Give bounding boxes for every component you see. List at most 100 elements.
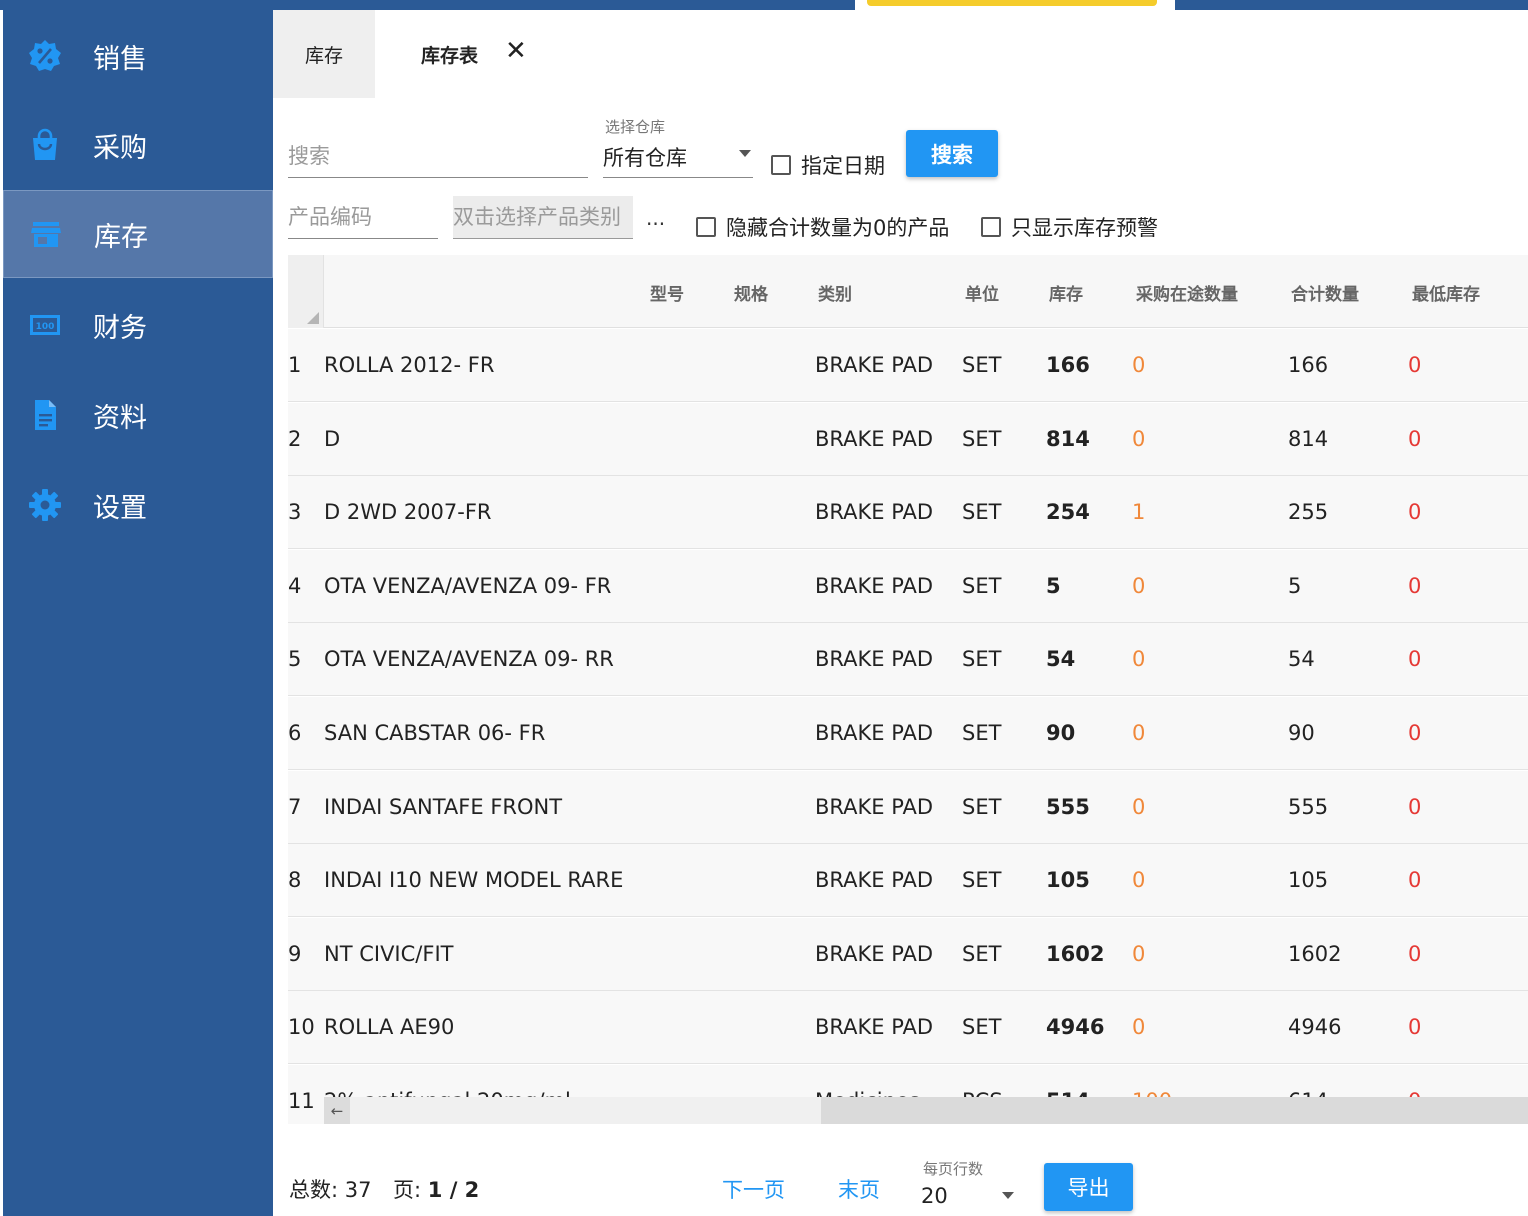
- table-row[interactable]: 6 SAN CABSTAR 06- FR BRAKE PAD SET 90 0 90 0: [288, 697, 1528, 770]
- min-stock-cell: 0: [1408, 868, 1422, 893]
- stock-cell: 5: [1046, 573, 1061, 598]
- chevron-down-icon: [739, 150, 751, 157]
- table-row[interactable]: 2 D BRAKE PAD SET 814 0 814 0: [288, 402, 1528, 476]
- stock-cell: 54: [1046, 647, 1076, 672]
- table-row[interactable]: 7 INDAI SANTAFE FRONT BRAKE PAD SET 555 0 555 0: [288, 770, 1528, 844]
- min-stock-cell: 0: [1408, 794, 1422, 819]
- rows-per-page-label: 每页行数: [923, 1160, 984, 1178]
- total-cell: 555: [1288, 794, 1329, 819]
- table-row[interactable]: 10 ROLLA AE90 BRAKE PAD SET 4946 0 4946 0: [288, 991, 1528, 1065]
- percent-badge-icon: [27, 38, 63, 74]
- next-page-link[interactable]: 下一页: [722, 1174, 785, 1204]
- product-name-cell: ROLLA 2012- FR: [324, 329, 764, 402]
- column-header-stock[interactable]: 库存: [1049, 280, 1083, 305]
- logo-strip: [855, 0, 1175, 10]
- unit-cell: SET: [962, 721, 1002, 745]
- product-name: ROLLA 2012- FR: [324, 353, 495, 377]
- search-input[interactable]: [288, 135, 588, 177]
- export-button-label: 导出: [1067, 1176, 1110, 1200]
- min-stock-cell: 0: [1408, 647, 1422, 672]
- sidebar-item-label: 库存: [94, 221, 148, 253]
- total-count-label: 总数:: [289, 1178, 339, 1202]
- column-header-model[interactable]: 型号: [650, 280, 684, 305]
- last-page-link[interactable]: 末页: [838, 1174, 880, 1204]
- product-name: OTA VENZA/AVENZA 09- FR: [324, 573, 612, 598]
- stock-cell: 105: [1046, 868, 1090, 893]
- row-index: 7: [288, 794, 302, 819]
- product-name-cell: D 2WD 2007-FR: [324, 476, 764, 549]
- column-header-min-stock[interactable]: 最低库存: [1412, 280, 1480, 305]
- column-header-in-transit[interactable]: 采购在途数量: [1136, 280, 1238, 305]
- min-stock-cell: 0: [1408, 426, 1422, 451]
- unit-cell: SET: [962, 941, 1002, 966]
- category-cell: BRAKE PAD: [815, 941, 934, 966]
- page-value: 1 / 2: [427, 1178, 480, 1202]
- total-cell: 90: [1288, 721, 1315, 745]
- sidebar-item-sales[interactable]: 销售: [3, 12, 273, 100]
- total-count: 总数: 37: [289, 1174, 372, 1204]
- warehouse-select[interactable]: 选择仓库 所有仓库: [603, 116, 753, 178]
- only-warning-checkbox[interactable]: 只显示库存预警: [981, 212, 1158, 242]
- horizontal-scrollbar[interactable]: ←: [324, 1097, 1528, 1124]
- rows-per-page-select[interactable]: 每页行数 20: [921, 1158, 1016, 1216]
- gear-icon: [27, 487, 63, 523]
- row-index: 10: [288, 1015, 315, 1040]
- table-row[interactable]: 8 INDAI I10 NEW MODEL RARE BRAKE PAD SET 105…: [288, 844, 1528, 918]
- tab-label: 库存: [304, 44, 343, 67]
- hide-zero-checkbox[interactable]: 隐藏合计数量为0的产品: [696, 212, 949, 242]
- page-indicator: 页: 1 / 2: [393, 1174, 479, 1204]
- column-header-category[interactable]: 类别: [818, 280, 852, 305]
- page-label: 页:: [393, 1178, 422, 1202]
- table-row[interactable]: 4 OTA VENZA/AVENZA 09- FR BRAKE PAD SET 5 0 5 0: [288, 549, 1528, 623]
- unit-cell: SET: [962, 794, 1002, 819]
- product-name-cell: D: [324, 403, 764, 476]
- tab-label: 库存表: [421, 44, 479, 67]
- product-name: INDAI I10 NEW MODEL RARE: [324, 868, 624, 893]
- search-button[interactable]: 搜索: [906, 130, 998, 177]
- chevron-down-icon: [1002, 1192, 1014, 1199]
- unit-cell: SET: [962, 573, 1002, 598]
- product-name-cell: OTA VENZA/AVENZA 09- FR: [324, 550, 764, 623]
- category-cell: BRAKE PAD: [815, 794, 934, 819]
- table-row[interactable]: 9 NT CIVIC/FIT BRAKE PAD SET 1602 0 1602 0: [288, 917, 1528, 991]
- close-icon[interactable]: ✕: [505, 36, 527, 66]
- checkbox-box[interactable]: [696, 217, 716, 237]
- sidebar-item-settings[interactable]: 设置: [3, 461, 273, 549]
- category-cell: BRAKE PAD: [815, 868, 934, 893]
- table-row[interactable]: 1 ROLLA 2012- FR BRAKE PAD SET 166 0 166 0: [288, 329, 1528, 402]
- category-input[interactable]: [453, 196, 633, 238]
- scroll-left-arrow-icon[interactable]: ←: [324, 1097, 350, 1124]
- row-index: 8: [288, 868, 302, 893]
- column-header-unit[interactable]: 单位: [965, 280, 999, 305]
- category-more-button[interactable]: ...: [646, 206, 665, 230]
- stock-cell: 90: [1046, 721, 1076, 745]
- total-cell: 166: [1288, 353, 1329, 377]
- product-code-field-wrap: [288, 197, 438, 239]
- tab-inventory[interactable]: 库存: [273, 10, 375, 98]
- sidebar-item-purchase[interactable]: 采购: [3, 101, 273, 189]
- tab-bar: 库存 库存表 ✕: [273, 10, 1528, 98]
- select-all-corner[interactable]: [288, 255, 324, 328]
- in-transit-cell: 1: [1132, 500, 1146, 525]
- export-button[interactable]: 导出: [1044, 1163, 1133, 1211]
- stock-cell: 254: [1046, 500, 1090, 525]
- sidebar-item-inventory[interactable]: 库存: [3, 190, 273, 278]
- in-transit-cell: 0: [1132, 573, 1146, 598]
- specify-date-checkbox[interactable]: 指定日期: [771, 150, 885, 180]
- scrollbar-thumb[interactable]: [821, 1097, 1528, 1124]
- total-cell: 4946: [1288, 1015, 1342, 1040]
- column-header-spec[interactable]: 规格: [734, 280, 768, 305]
- sidebar-item-finance[interactable]: 100 财务: [3, 281, 273, 369]
- checkbox-box[interactable]: [981, 217, 1001, 237]
- table-row[interactable]: 5 OTA VENZA/AVENZA 09- RR BRAKE PAD SET 54 0 5…: [288, 623, 1528, 697]
- table-row[interactable]: 3 D 2WD 2007-FR BRAKE PAD SET 254 1 255 0: [288, 476, 1528, 550]
- product-code-input[interactable]: [288, 197, 438, 237]
- stock-cell: 4946: [1046, 1015, 1105, 1040]
- total-cell: 105: [1288, 868, 1329, 893]
- column-header-total[interactable]: 合计数量: [1291, 280, 1359, 305]
- sidebar: 销售 采购 库存 100 财务 资料 设置: [3, 0, 273, 1216]
- stock-cell: 555: [1046, 794, 1090, 819]
- search-button-label: 搜索: [931, 142, 973, 167]
- sidebar-item-data[interactable]: 资料: [3, 371, 273, 459]
- checkbox-box[interactable]: [771, 155, 791, 175]
